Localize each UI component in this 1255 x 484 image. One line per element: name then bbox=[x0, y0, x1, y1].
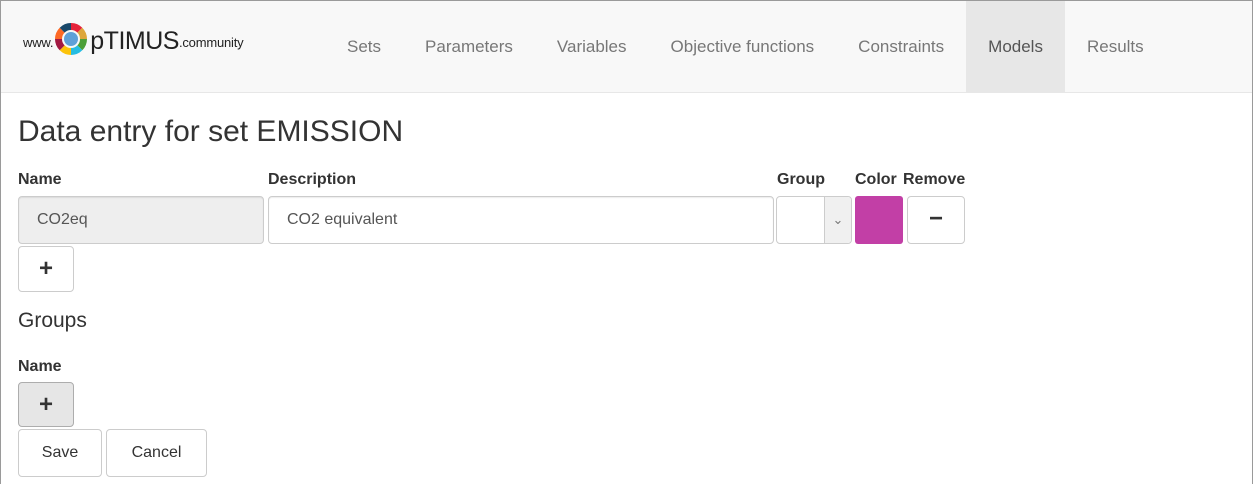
chevron-down-icon: ⌄ bbox=[824, 197, 851, 243]
plus-icon: + bbox=[38, 255, 53, 282]
minus-icon: − bbox=[928, 205, 943, 232]
nav-item-sets[interactable]: Sets bbox=[325, 1, 403, 92]
save-button[interactable]: Save bbox=[18, 429, 102, 477]
nav-item-parameters[interactable]: Parameters bbox=[403, 1, 535, 92]
set-element-name-field[interactable]: CO2eq bbox=[18, 196, 264, 244]
name-column-header: Name bbox=[18, 171, 62, 188]
remove-row-button[interactable]: − bbox=[907, 196, 965, 244]
cancel-button[interactable]: Cancel bbox=[106, 429, 207, 477]
nav-item-results[interactable]: Results bbox=[1065, 1, 1166, 92]
brand-suffix: .community bbox=[178, 35, 244, 50]
color-swatch[interactable] bbox=[855, 196, 903, 244]
page-title: Data entry for set EMISSION bbox=[18, 115, 404, 148]
description-column-header: Description bbox=[268, 171, 357, 188]
plus-icon: + bbox=[38, 391, 53, 418]
groups-name-column-header: Name bbox=[18, 358, 62, 375]
sdg-wheel-logo-icon bbox=[55, 23, 88, 55]
brand[interactable]: www. pTIMUS .community bbox=[23, 21, 244, 61]
set-element-description-field[interactable]: CO2 equivalent bbox=[268, 196, 774, 244]
nav-menu: Sets Parameters Variables Objective func… bbox=[325, 1, 1166, 92]
color-column-header: Color bbox=[855, 171, 897, 188]
nav-item-constraints[interactable]: Constraints bbox=[836, 1, 966, 92]
nav-item-models[interactable]: Models bbox=[966, 1, 1065, 92]
groups-heading: Groups bbox=[18, 309, 87, 332]
group-select[interactable]: ⌄ bbox=[776, 196, 852, 244]
nav-item-variables[interactable]: Variables bbox=[535, 1, 649, 92]
add-row-button[interactable]: + bbox=[18, 246, 74, 292]
add-group-button[interactable]: + bbox=[18, 382, 74, 427]
group-column-header: Group bbox=[777, 171, 825, 188]
nav-item-objective-functions[interactable]: Objective functions bbox=[649, 1, 837, 92]
remove-column-header: Remove bbox=[903, 171, 966, 188]
brand-prefix: www. bbox=[23, 35, 54, 50]
navbar: www. pTIMUS .community Sets Parameters V… bbox=[1, 1, 1252, 93]
brand-name: pTIMUS bbox=[90, 27, 179, 55]
